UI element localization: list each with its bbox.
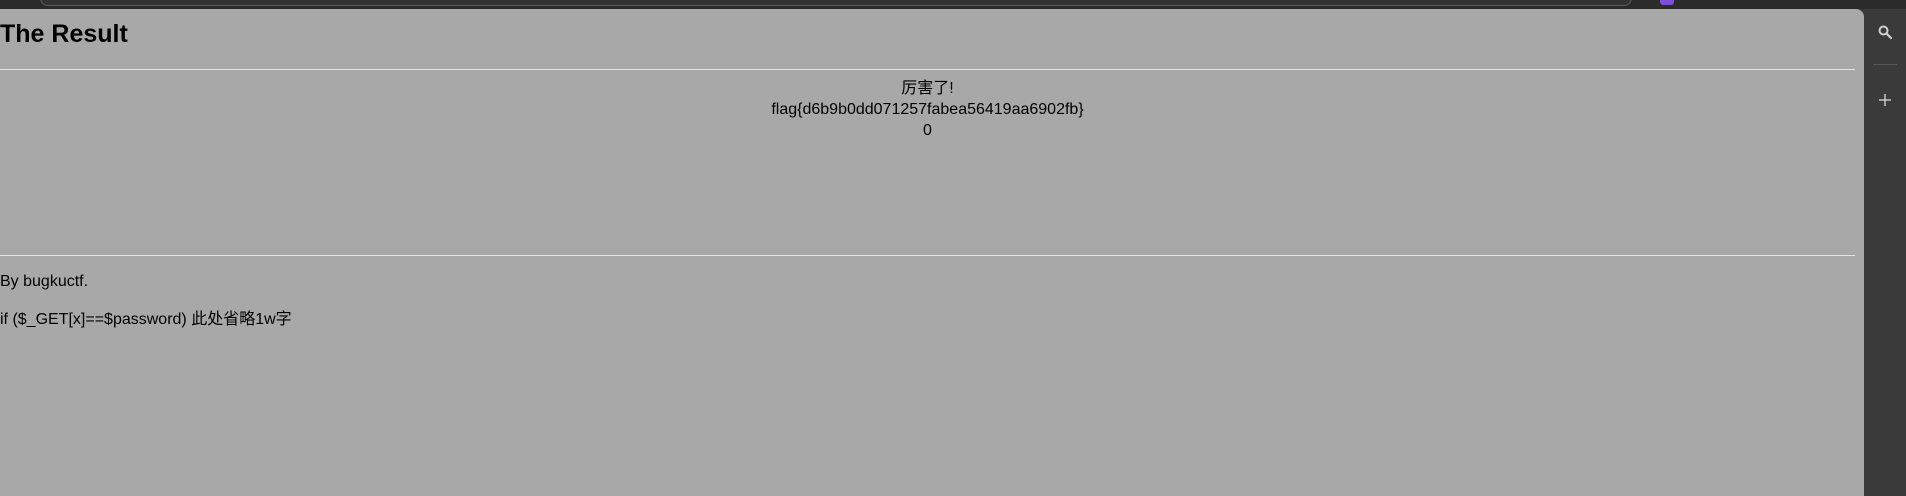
- plus-icon[interactable]: [1871, 86, 1899, 114]
- result-message: 厉害了!: [901, 80, 954, 97]
- horizontal-rule-bottom: [0, 255, 1855, 256]
- browser-side-panel: [1864, 9, 1906, 496]
- result-flag: flag{d6b9b0dd071257fabea56419aa6902fb}: [771, 101, 1084, 118]
- hint-text: if ($_GET[x]==$password) 此处省略1w字: [0, 311, 292, 328]
- result-block: 厉害了! flag{d6b9b0dd071257fabea56419aa6902…: [0, 78, 1855, 141]
- page-content: The Result 厉害了! flag{d6b9b0dd071257fabea…: [0, 9, 1864, 496]
- page-title: The Result: [0, 20, 128, 48]
- author-credit: By bugkuctf.: [0, 273, 89, 290]
- horizontal-rule-top: [0, 69, 1855, 70]
- browser-top-strip: [0, 0, 1906, 9]
- search-icon[interactable]: [1871, 18, 1899, 46]
- extension-icon[interactable]: [1660, 0, 1674, 5]
- result-value: 0: [923, 122, 932, 139]
- address-bar-edge[interactable]: [40, 0, 1632, 6]
- side-panel-divider: [1873, 64, 1897, 65]
